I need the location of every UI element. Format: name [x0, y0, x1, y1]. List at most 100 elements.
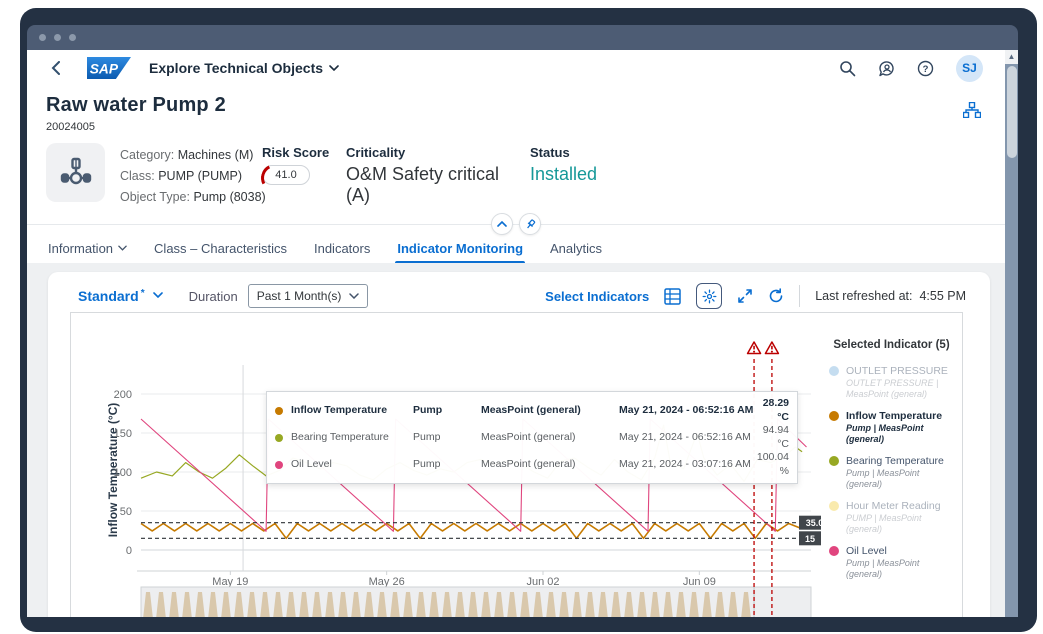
tab-label: Indicator Monitoring [397, 241, 523, 256]
object-type-value: Pump (8038) [193, 190, 265, 204]
svg-text:15: 15 [805, 534, 815, 544]
duration-value: Past 1 Month(s) [257, 289, 342, 303]
last-refreshed-label: Last refreshed at: [815, 289, 912, 303]
tab-information[interactable]: Information [48, 238, 127, 264]
pin-header-button[interactable] [519, 213, 541, 235]
tooltip-row: Inflow Temperature Pump MeasPoint (gener… [275, 397, 789, 424]
series-dot [275, 461, 283, 469]
series-dot [275, 434, 283, 442]
series-dot [829, 546, 839, 556]
page-header: Raw water Pump 2 20024005 [27, 86, 1005, 133]
criticality-block: Criticality O&M Safety critical (A) [346, 143, 528, 208]
status-block: Status Installed [530, 143, 597, 208]
selected-indicators-legend: Selected Indicator (5) OUTLET PRESSUREOU… [815, 313, 962, 617]
series-dot [275, 407, 283, 415]
series-dot [829, 456, 839, 466]
svg-text:Jun 09: Jun 09 [683, 576, 716, 588]
object-attributes: Category: Machines (M) Class: PUMP (PUMP… [120, 143, 260, 208]
series-dot [829, 501, 839, 511]
duration-label: Duration [189, 289, 238, 304]
tab-indicators[interactable]: Indicators [314, 238, 370, 264]
tab-indicator-monitoring[interactable]: Indicator Monitoring [397, 238, 523, 264]
view-variant-selector[interactable]: Standard* [78, 288, 163, 304]
table-view-icon[interactable] [664, 288, 681, 305]
legend-item-hour-meter-reading[interactable]: Hour Meter ReadingPUMP | MeasPoint (gene… [829, 500, 954, 534]
svg-text:May 19: May 19 [212, 576, 248, 588]
risk-score-block: Risk Score 41.0 [262, 143, 342, 208]
search-icon[interactable] [839, 60, 856, 77]
tab-label: Information [48, 241, 113, 256]
app-window: SAP Explore Technical Objects ? SJ [20, 8, 1037, 632]
svg-text:200: 200 [114, 389, 132, 401]
svg-text:SAP: SAP [90, 62, 119, 77]
class-label: Class: [120, 169, 155, 183]
tab-label: Indicators [314, 241, 370, 256]
tab-label: Class – Characteristics [154, 241, 287, 256]
risk-score-badge[interactable]: 41.0 [262, 165, 310, 185]
chart-toolbar: Standard* Duration Past 1 Month(s) Selec… [48, 272, 990, 317]
tooltip-row: Bearing Temperature Pump MeasPoint (gene… [275, 424, 789, 451]
class-value: PUMP (PUMP) [158, 169, 242, 183]
header-collapse-row [27, 212, 1005, 238]
last-refreshed-value: 4:55 PM [919, 289, 966, 303]
scrollbar-thumb[interactable] [1007, 66, 1017, 158]
view-modified-mark: * [141, 288, 145, 299]
select-indicators-button[interactable]: Select Indicators [545, 289, 649, 304]
hierarchy-icon[interactable] [963, 102, 981, 133]
scroll-up-arrow[interactable]: ▲ [1005, 50, 1018, 64]
fullscreen-icon[interactable] [737, 288, 753, 304]
category-label: Category: [120, 148, 174, 162]
shell-app-title[interactable]: Explore Technical Objects [149, 60, 339, 76]
object-info-row: Category: Machines (M) Class: PUMP (PUMP… [27, 133, 1005, 208]
refresh-icon[interactable] [768, 288, 784, 304]
series-dot [829, 411, 839, 421]
tab-label: Analytics [550, 241, 602, 256]
criticality-value: O&M Safety critical (A) [346, 164, 528, 206]
criticality-label: Criticality [346, 145, 528, 160]
tab-content: Standard* Duration Past 1 Month(s) Selec… [27, 263, 1005, 617]
svg-text:?: ? [923, 64, 929, 75]
page-title: Raw water Pump 2 [46, 94, 226, 117]
window-control-dot[interactable] [39, 34, 46, 41]
svg-text:May 26: May 26 [369, 576, 405, 588]
chevron-down-icon [349, 293, 359, 299]
back-button[interactable] [51, 61, 73, 75]
chevron-down-icon [118, 245, 127, 251]
pin-icon [525, 219, 536, 230]
risk-score-label: Risk Score [262, 145, 342, 160]
sap-logo[interactable]: SAP [87, 57, 131, 79]
help-icon[interactable]: ? [917, 60, 934, 77]
svg-text:35.01: 35.01 [806, 518, 821, 528]
legend-item-inflow-temperature[interactable]: Inflow TemperaturePump | MeasPoint (gene… [829, 410, 954, 444]
risk-score-value: 41.0 [275, 169, 296, 181]
duration-select[interactable]: Past 1 Month(s) [248, 284, 368, 308]
object-number: 20024005 [46, 121, 226, 133]
object-type-tile [46, 143, 105, 202]
status-label: Status [530, 145, 597, 160]
chevron-up-icon [497, 221, 507, 227]
legend-title: Selected Indicator (5) [829, 339, 954, 351]
page-scrollbar[interactable]: ▲ [1005, 50, 1018, 617]
collapse-header-button[interactable] [491, 213, 513, 235]
legend-item-bearing-temperature[interactable]: Bearing TemperaturePump | MeasPoint (gen… [829, 455, 954, 489]
chart-area: Inflow Temperature (°C) 050100150200May … [71, 313, 815, 617]
legend-item-outlet-pressure[interactable]: OUTLET PRESSUREOUTLET PRESSURE | MeasPoi… [829, 365, 954, 399]
object-type-label: Object Type: [120, 190, 190, 204]
window-control-dot[interactable] [54, 34, 61, 41]
pump-icon [59, 156, 93, 190]
status-value: Installed [530, 164, 597, 185]
svg-text:150: 150 [114, 428, 132, 440]
user-avatar[interactable]: SJ [956, 55, 983, 82]
tab-analytics[interactable]: Analytics [550, 238, 602, 264]
chevron-down-icon [153, 292, 163, 298]
window-control-dot[interactable] [69, 34, 76, 41]
legend-item-oil-level[interactable]: Oil LevelPump | MeasPoint (general) [829, 545, 954, 579]
divider [799, 285, 800, 307]
svg-text:Jun 02: Jun 02 [526, 576, 559, 588]
window-titlebar[interactable] [27, 25, 1018, 50]
tab-class-characteristics[interactable]: Class – Characteristics [154, 238, 287, 264]
copilot-chat-icon[interactable] [878, 60, 895, 77]
shell-header: SAP Explore Technical Objects ? SJ [27, 50, 1005, 86]
svg-text:0: 0 [126, 545, 132, 557]
chart-settings-button[interactable] [696, 283, 722, 309]
